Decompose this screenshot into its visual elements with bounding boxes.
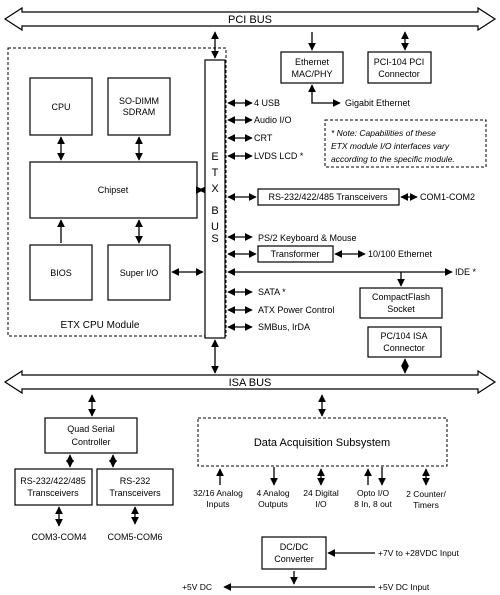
cpu-label: CPU: [51, 102, 70, 112]
svg-text:according to the specific modu: according to the specific module.: [331, 154, 455, 164]
sodimm-label: SO-DIMM: [119, 96, 159, 106]
rs232-label: RS-232/422/485 Transceivers: [268, 192, 388, 202]
ide-label: IDE *: [455, 267, 477, 277]
com1-com2-label: COM1-COM2: [420, 192, 475, 202]
svg-text:* Note: Capabilities of these: * Note: Capabilities of these: [331, 128, 436, 138]
com3-com4-label: COM3-COM4: [31, 532, 86, 542]
com5-com6-label: COM5-COM6: [107, 532, 162, 542]
5v-out-label: +5V DC: [182, 582, 212, 592]
svg-text:Outputs: Outputs: [258, 499, 288, 509]
svg-text:2 Counter/: 2 Counter/: [406, 489, 446, 499]
ethernet-100-label: 10/100 Ethernet: [368, 249, 433, 259]
superio-label: Super I/O: [120, 268, 159, 278]
pc104isa-label: PC/104 ISA: [380, 331, 427, 341]
chipset-label: Chipset: [98, 185, 129, 195]
isa-bus-label: ISA BUS: [229, 377, 272, 389]
dcdc-label-2: Converter: [274, 554, 314, 564]
svg-text:U: U: [211, 221, 219, 233]
trans1-label-2: Transceivers: [27, 488, 79, 498]
sodimm-label-2: SDRAM: [123, 107, 156, 117]
gigabit-ethernet-label: Gigabit Ethernet: [345, 98, 411, 108]
svg-text:32/16 Analog: 32/16 Analog: [193, 488, 243, 498]
crt-label: CRT: [254, 133, 273, 143]
smbus-label: SMBus, IrDA: [258, 322, 310, 332]
trans2-label: RS-232: [120, 476, 151, 486]
pci104-label: PCI-104 PCI: [374, 57, 425, 67]
rs232-422-485-box: [14, 468, 93, 506]
svg-text:B: B: [211, 205, 218, 217]
note-text: * Note: Capabilities of these ETX module …: [331, 128, 455, 164]
svg-text:E: E: [211, 151, 218, 163]
svg-text:X: X: [211, 183, 219, 195]
svg-text:4 Analog: 4 Analog: [256, 488, 289, 498]
etx-cpu-module-label: ETX CPU Module: [61, 320, 140, 331]
transformer-label: Transformer: [271, 249, 320, 259]
5v-input-label: +5V DC Input: [378, 582, 430, 592]
pci104-label-2: Connector: [378, 69, 420, 79]
audio-label: Audio I/O: [254, 115, 292, 125]
sata-label: SATA *: [258, 287, 286, 297]
ps2-label: PS/2 Keyboard & Mouse: [258, 233, 357, 243]
svg-text:ETX module I/O interfaces vary: ETX module I/O interfaces vary: [331, 141, 450, 151]
svg-text:T: T: [212, 167, 219, 179]
cf-label-2: Socket: [387, 304, 415, 314]
pci-bus-label: PCI BUS: [228, 14, 272, 26]
usb-label: 4 USB: [254, 98, 280, 108]
dcdc-label: DC/DC: [280, 542, 309, 552]
cf-label: CompactFlash: [372, 292, 430, 302]
ethernet-label-2: MAC/PHY: [291, 69, 332, 79]
daq-io-labels: 32/16 AnalogInputs 4 AnalogOutputs 24 Di…: [193, 488, 446, 510]
svg-text:Opto I/O: Opto I/O: [357, 488, 390, 498]
daq-title: Data Acquisition Subsystem: [254, 437, 390, 449]
svg-text:24 Digital: 24 Digital: [303, 488, 339, 498]
rs232-box: [96, 468, 174, 506]
ethernet-label: Ethernet: [295, 57, 330, 67]
atx-label: ATX Power Control: [258, 305, 334, 315]
svg-text:Inputs: Inputs: [206, 499, 229, 509]
svg-text:Timers: Timers: [413, 500, 439, 510]
quad-label-2: Controller: [71, 437, 110, 447]
wide-input-label: +7V to +28VDC Input: [378, 548, 459, 558]
lvds-label: LVDS LCD *: [254, 151, 304, 161]
trans1-label: RS-232/422/485: [20, 476, 86, 486]
quad-label: Quad Serial: [67, 424, 115, 434]
etx-bus: [204, 59, 226, 339]
svg-text:S: S: [211, 233, 218, 245]
svg-text:8 In, 8 out: 8 In, 8 out: [354, 499, 392, 509]
svg-text:I/O: I/O: [315, 499, 327, 509]
trans2-label-2: Transceivers: [109, 488, 161, 498]
bios-label: BIOS: [50, 268, 72, 278]
block-diagram: PCI BUS ISA BUS ETX CPU Module CPU SO-DI…: [3, 6, 497, 592]
pc104isa-label-2: Connector: [383, 343, 425, 353]
